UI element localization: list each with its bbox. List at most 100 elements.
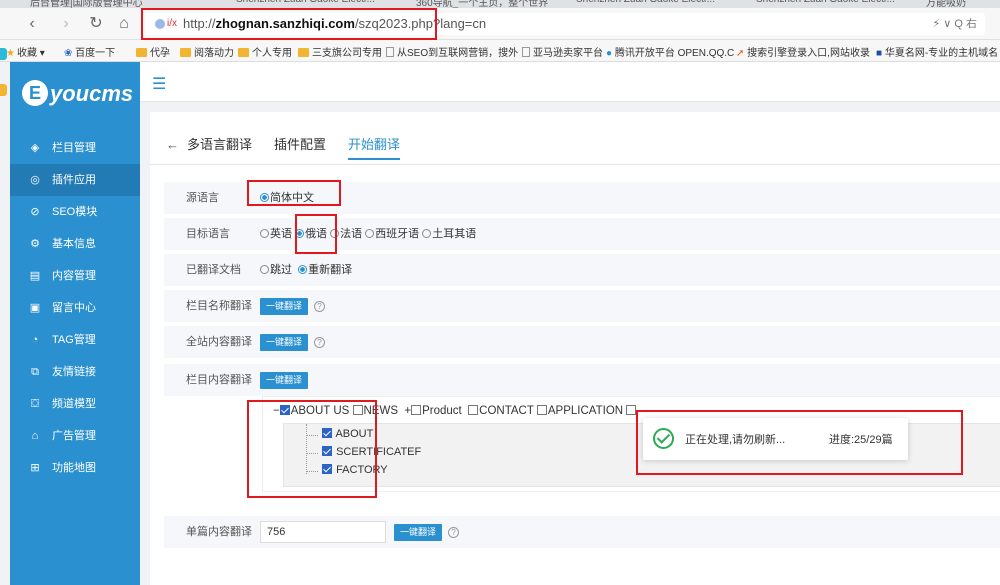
- site-content-row: 全站内容翻译 一键翻译?: [164, 326, 1000, 358]
- message-icon: ▣: [29, 302, 41, 314]
- single-content-label: 单篇内容翻译: [186, 526, 252, 538]
- sidebar-item-basic-info[interactable]: ⚙ 基本信息: [10, 228, 140, 260]
- bookmark-tencent[interactable]: ● 腾讯开放平台 OPEN.QQ.C: [606, 44, 734, 59]
- sidebar-item-columns[interactable]: ◈ 栏目管理: [10, 132, 140, 164]
- bookmark-page[interactable]: 从SEO到互联网营销，搜外: [386, 44, 518, 59]
- article-id-input[interactable]: 756: [260, 521, 386, 543]
- single-translate-button[interactable]: 一键翻译: [394, 524, 443, 541]
- browser-tab[interactable]: 万能吸奶: [926, 0, 966, 8]
- reload-icon[interactable]: ↻: [86, 14, 106, 34]
- security-icon: [155, 19, 165, 29]
- bookmark-baidu[interactable]: ❀ 百度一下: [64, 44, 115, 59]
- target-option-french[interactable]: 法语: [330, 228, 362, 240]
- tree-node-about[interactable]: ABOUT: [322, 428, 373, 440]
- column-name-translate-button[interactable]: 一键翻译: [260, 298, 309, 315]
- map-icon: ⊞: [30, 462, 40, 474]
- sidebar-item-ads[interactable]: ⌂ 广告管理: [10, 420, 140, 452]
- tree-node-news[interactable]: NEWS: [352, 405, 398, 417]
- page-title: 多语言翻译: [187, 137, 253, 152]
- help-icon[interactable]: ?: [314, 301, 326, 312]
- translated-docs-label: 已翻译文档: [186, 264, 241, 276]
- radio-checked[interactable]: [260, 193, 269, 202]
- tree-node-hidden[interactable]: [626, 405, 637, 417]
- bookmark-hxmw[interactable]: ■ 华夏名网-专业的主机域名: [876, 44, 998, 59]
- browser-tab[interactable]: 360导航_一个主页，整个世界: [416, 0, 548, 8]
- bookmark-search[interactable]: ➚ 搜索引擎登录入口,网站收录: [736, 44, 870, 59]
- tree-line: [306, 471, 318, 472]
- browser-tab[interactable]: Shenzhen Zuan Gaoke Electr...: [236, 0, 375, 8]
- single-content-row: 单篇内容翻译 756 一键翻译?: [164, 516, 1000, 548]
- target-language-label: 目标语言: [186, 228, 230, 240]
- help-icon[interactable]: ?: [448, 527, 460, 538]
- tree-node-factory[interactable]: FACTORY: [322, 464, 388, 476]
- target-option-english[interactable]: 英语: [260, 228, 292, 240]
- bookmark-folder[interactable]: 代孕: [136, 44, 170, 59]
- address-bar-row: ‹ › ↻ ⌂ i/x http://zhognan.sanzhiqi.com/…: [0, 8, 1000, 40]
- browser-tab[interactable]: Shenzhen Zuan Gaoke Electr...: [576, 0, 715, 8]
- tree-node-certificate[interactable]: SCERTIFICATEF: [322, 446, 421, 458]
- breadcrumb: ← 多语言翻译 插件配置 开始翻译: [166, 134, 422, 160]
- tree-line: [306, 424, 307, 474]
- sidebar-item-tags[interactable]: ◔ TAG管理: [10, 324, 140, 356]
- browser-tab-strip: 后台管理|国际版管理中心 Shenzhen Zuan Gaoke Electr.…: [0, 0, 1000, 8]
- tree-node-application[interactable]: APPLICATION: [536, 405, 623, 417]
- bookmark-folder[interactable]: 三支旗公司专用: [298, 44, 382, 59]
- sidebar-item-content[interactable]: ▤ 内容管理: [10, 260, 140, 292]
- tree-node-contact[interactable]: CONTACT: [468, 405, 534, 417]
- column-content-label: 栏目内容翻译: [186, 374, 252, 386]
- source-language-radio[interactable]: 简体中文: [260, 182, 314, 214]
- app-shortcut-icon[interactable]: [0, 84, 7, 96]
- sidebar-item-messages[interactable]: ▣ 留言中心: [10, 292, 140, 324]
- bookmark-folder[interactable]: 阅落动力: [180, 44, 234, 59]
- folder-icon: [298, 48, 309, 57]
- search-box[interactable]: Q 右: [954, 18, 977, 30]
- back-arrow-icon[interactable]: ←: [166, 137, 179, 152]
- folder-icon: [238, 48, 249, 57]
- option-retranslate[interactable]: 重新翻译: [298, 264, 352, 276]
- bookmark-favorites[interactable]: ★ 收藏 ▾: [6, 44, 45, 59]
- target-option-russian[interactable]: 俄语: [295, 228, 327, 240]
- seo-icon: ⊘: [30, 206, 40, 218]
- sidebar-item-plugins[interactable]: ◎ 插件应用: [10, 164, 140, 196]
- folder-icon: [136, 48, 147, 57]
- app-shortcut-icon[interactable]: [0, 48, 7, 60]
- help-icon[interactable]: ?: [314, 337, 326, 348]
- divider: [150, 164, 1000, 165]
- sidebar-item-map[interactable]: ⊞ 功能地图: [10, 452, 140, 484]
- folder-icon: [180, 48, 191, 57]
- target-option-turkish[interactable]: 土耳其语: [422, 228, 476, 240]
- target-language-row: 目标语言 英语 俄语 法语 西班牙语 土耳其语: [164, 218, 1000, 250]
- check-circle-icon: [653, 428, 674, 449]
- sidebar-item-seo[interactable]: ⊘ SEO模块: [10, 196, 140, 228]
- column-content-translate-button[interactable]: 一键翻译: [260, 372, 309, 389]
- content-icon: ▤: [29, 270, 41, 282]
- address-bar-tools[interactable]: ⚡ ∨ Q 右: [932, 13, 977, 35]
- back-icon[interactable]: ‹: [22, 14, 42, 34]
- tree-node-product[interactable]: + Product: [404, 405, 462, 417]
- sidebar-item-links[interactable]: ⧉ 友情链接: [10, 356, 140, 388]
- forward-icon[interactable]: ›: [56, 14, 76, 34]
- menu-toggle-icon[interactable]: ☰: [152, 74, 166, 94]
- url-input[interactable]: i/x http://zhognan.sanzhiqi.com/szq2023.…: [145, 13, 985, 35]
- sidebar-item-channel[interactable]: ⛋ 频道模型: [10, 388, 140, 420]
- bookmarks-bar: ★ 收藏 ▾ ❀ 百度一下 代孕 阅落动力 个人专用 三支旗公司专用 从SEO到互…: [0, 40, 1000, 62]
- channel-icon: ⛋: [30, 398, 40, 410]
- compat-mode-icon: i/x: [167, 18, 177, 29]
- bookmark-page[interactable]: 亚马逊卖家平台: [522, 44, 603, 59]
- page-icon: [522, 47, 530, 57]
- tree-node-about-us[interactable]: − ABOUT US: [273, 405, 349, 417]
- target-option-spanish[interactable]: 西班牙语: [365, 228, 419, 240]
- tab-start-translate[interactable]: 开始翻译: [348, 137, 401, 160]
- page-icon: [386, 47, 394, 57]
- browser-tab[interactable]: 后台管理|国际版管理中心: [30, 0, 143, 8]
- main-panel: ← 多语言翻译 插件配置 开始翻译 源语言 简体中文 目标语言 英语 俄语 法语 西班…: [150, 112, 1000, 585]
- home-icon[interactable]: ⌂: [114, 14, 134, 34]
- column-name-row: 栏目名称翻译 一键翻译?: [164, 290, 1000, 322]
- site-content-translate-button[interactable]: 一键翻译: [260, 334, 309, 351]
- option-skip[interactable]: 跳过: [260, 264, 292, 276]
- browser-tab[interactable]: Shenzhen Zuan Gaoke Electr...: [756, 0, 895, 8]
- bookmark-folder[interactable]: 个人专用: [238, 44, 292, 59]
- hxmw-icon: ■: [876, 48, 883, 59]
- tab-plugin-config[interactable]: 插件配置: [274, 137, 326, 152]
- logo[interactable]: Eyoucms: [22, 80, 133, 107]
